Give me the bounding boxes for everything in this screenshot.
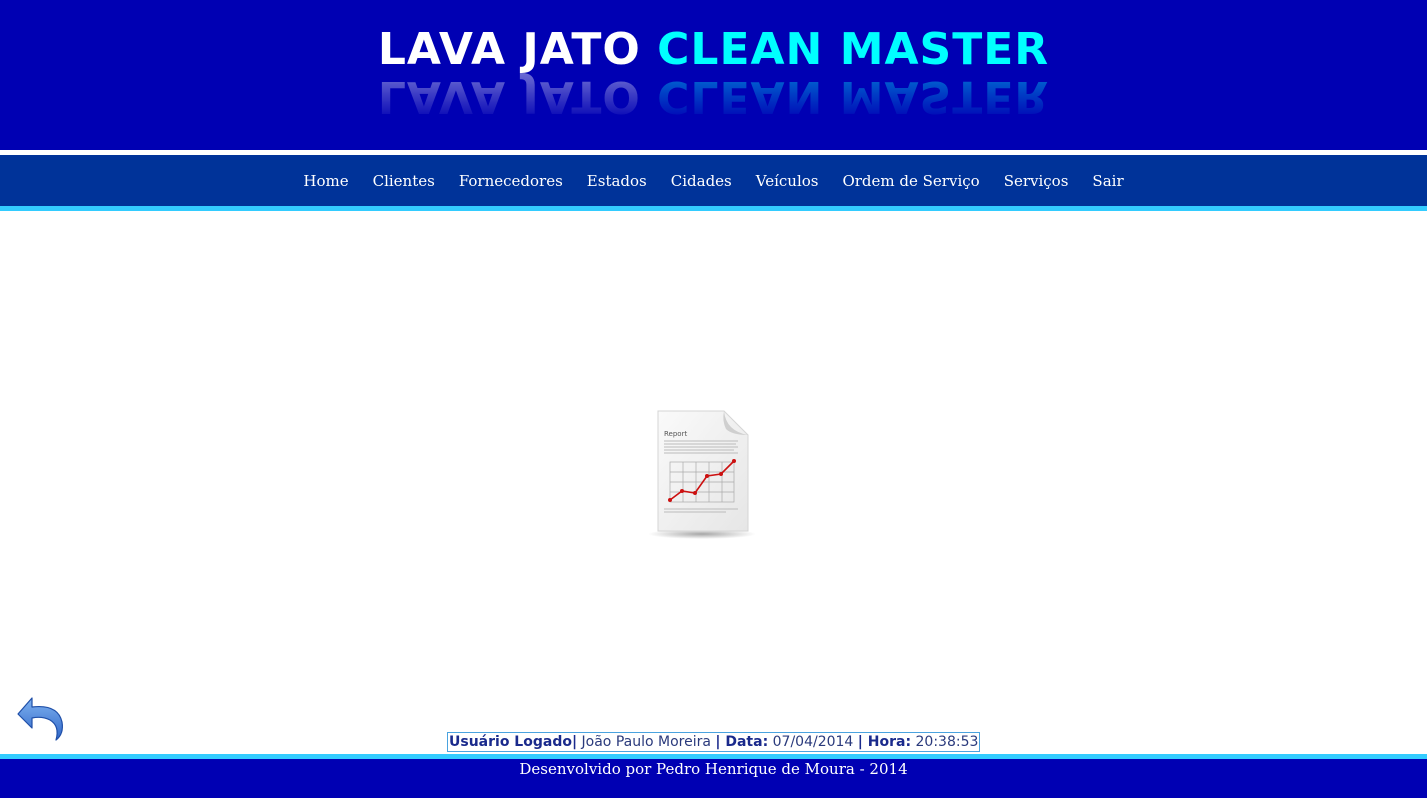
nav-menu: Home Clientes Fornecedores Estados Cidad… — [0, 155, 1427, 206]
logo-reflection-accent: CLEAN MASTER — [657, 71, 1050, 122]
nav-item-servicos[interactable]: Serviços — [1004, 172, 1069, 190]
footer-credit: Desenvolvido por Pedro Henrique de Moura… — [519, 760, 908, 778]
logo-reflection-primary: LAVA JATO — [377, 71, 641, 122]
logo-text-accent: CLEAN MASTER — [657, 24, 1050, 75]
report-title: Report — [664, 430, 687, 438]
date-label: | Data: — [715, 734, 769, 750]
time-value: 20:38:53 — [915, 734, 979, 750]
nav-item-sair[interactable]: Sair — [1092, 172, 1123, 190]
undo-arrow-icon[interactable] — [14, 690, 68, 742]
time-label: | Hora: — [857, 734, 912, 750]
logo-text-primary: LAVA JATO — [377, 24, 641, 75]
nav-item-cidades[interactable]: Cidades — [671, 172, 732, 190]
nav-accent-stripe — [0, 206, 1427, 211]
nav-item-home[interactable]: Home — [303, 172, 348, 190]
nav-item-ordem-de-servico[interactable]: Ordem de Serviço — [842, 172, 979, 190]
header-banner: LAVA JATO CLEAN MASTER LAVA JATO CLEAN M… — [0, 0, 1427, 150]
main-nav: Home Clientes Fornecedores Estados Cidad… — [0, 155, 1427, 206]
date-value: 07/04/2014 — [772, 734, 854, 750]
report-document-icon: Report — [648, 410, 756, 539]
user-value: João Paulo Moreira — [581, 734, 711, 750]
user-label: Usuário Logado| — [449, 734, 578, 750]
nav-item-veiculos[interactable]: Veículos — [756, 172, 819, 190]
nav-item-estados[interactable]: Estados — [587, 172, 647, 190]
footer: Desenvolvido por Pedro Henrique de Moura… — [0, 759, 1427, 798]
nav-item-fornecedores[interactable]: Fornecedores — [459, 172, 563, 190]
logo-reflection: LAVA JATO CLEAN MASTER — [0, 70, 1427, 122]
site-logo: LAVA JATO CLEAN MASTER — [0, 24, 1427, 76]
session-status-bar: Usuário Logado| João Paulo Moreira | Dat… — [447, 732, 981, 752]
nav-item-clientes[interactable]: Clientes — [373, 172, 435, 190]
